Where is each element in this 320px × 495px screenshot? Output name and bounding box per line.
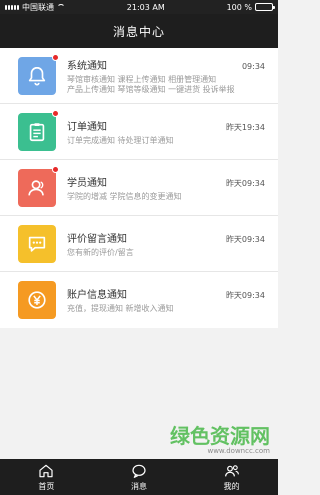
bell-icon bbox=[28, 66, 46, 86]
system-tile bbox=[18, 53, 59, 95]
nav-bar: 消息中心 bbox=[0, 14, 278, 48]
profile-icon bbox=[224, 464, 239, 476]
tab-messages-label: 消息 bbox=[130, 481, 147, 491]
reviews-tile bbox=[18, 224, 56, 263]
tab-mine-label: 我的 bbox=[223, 481, 240, 491]
watermark-text: 绿色资源网 bbox=[170, 424, 270, 448]
watermark-url: www.downcc.com bbox=[207, 447, 270, 455]
unread-dot bbox=[52, 109, 59, 117]
item-desc: 您有新的评价/留言 bbox=[67, 247, 134, 257]
page-title: 消息中心 bbox=[112, 24, 165, 39]
tab-home[interactable]: 首页 bbox=[16, 463, 76, 492]
item-desc: 订单完成通知 待处理订单通知 bbox=[67, 135, 174, 145]
account-tile bbox=[18, 281, 56, 319]
item-title: 账户信息通知 bbox=[67, 290, 127, 301]
notification-list: 系统通知 09:34 琴馆审核通知 课程上传通知 相册管理通知 产品上传通知 琴… bbox=[0, 48, 278, 328]
clock: 21:03 AM bbox=[126, 2, 165, 12]
item-title: 学员通知 bbox=[67, 177, 107, 189]
carrier-label: 中国联通 bbox=[22, 2, 54, 12]
tab-mine[interactable]: 我的 bbox=[202, 463, 262, 492]
item-desc-line2: 产品上传通知 琴馆等级通知 一键进货 投诉举报 bbox=[67, 84, 235, 94]
home-icon bbox=[39, 464, 53, 477]
item-time: 09:34 bbox=[241, 61, 265, 71]
tab-messages[interactable]: 消息 bbox=[109, 463, 169, 492]
unread-dot bbox=[52, 53, 59, 61]
item-time: 昨天09:34 bbox=[225, 291, 265, 300]
notification-item-orders[interactable]: 订单通知 昨天19:34 订单完成通知 待处理订单通知 bbox=[0, 104, 278, 160]
users-icon bbox=[28, 179, 44, 195]
item-desc: 琴馆审核通知 课程上传通知 相册管理通知 bbox=[67, 74, 217, 84]
clipboard-icon bbox=[29, 122, 45, 141]
tab-home-label: 首页 bbox=[38, 481, 55, 491]
item-desc: 学院的增减 学院信息的变更通知 bbox=[67, 191, 182, 201]
notification-item-account[interactable]: 账户信息通知 昨天09:34 充值，提现通知 新增收入通知 bbox=[0, 272, 278, 328]
item-title: 评价留言通知 bbox=[67, 233, 127, 245]
orders-tile bbox=[18, 109, 59, 151]
chat-icon bbox=[28, 236, 46, 252]
item-title: 系统通知 bbox=[67, 60, 107, 72]
battery-percent: 100 % bbox=[226, 2, 252, 12]
notification-item-system[interactable]: 系统通知 09:34 琴馆审核通知 课程上传通知 相册管理通知 产品上传通知 琴… bbox=[0, 48, 278, 104]
item-time: 昨天09:34 bbox=[225, 234, 265, 244]
status-bar: 中国联通 21:03 AM 100 % bbox=[0, 0, 278, 14]
yen-icon bbox=[28, 291, 46, 309]
item-desc: 充值，提现通知 新增收入通知 bbox=[67, 304, 174, 313]
notification-item-reviews[interactable]: 评价留言通知 昨天09:34 您有新的评价/留言 bbox=[0, 216, 278, 272]
item-time: 昨天19:34 bbox=[225, 122, 265, 132]
signal-icon bbox=[5, 4, 19, 10]
watermark: 绿色资源网 www.downcc.com bbox=[170, 425, 270, 455]
battery-icon bbox=[255, 3, 275, 11]
students-tile bbox=[18, 165, 59, 207]
notification-item-students[interactable]: 学员通知 昨天09:34 学院的增减 学院信息的变更通知 bbox=[0, 160, 278, 216]
message-icon bbox=[132, 464, 146, 478]
tab-bar: 首页 消息 我的 bbox=[0, 459, 278, 495]
unread-dot bbox=[52, 165, 59, 173]
item-title: 订单通知 bbox=[67, 121, 107, 133]
item-time: 昨天09:34 bbox=[225, 178, 265, 188]
wifi-icon bbox=[57, 4, 65, 10]
